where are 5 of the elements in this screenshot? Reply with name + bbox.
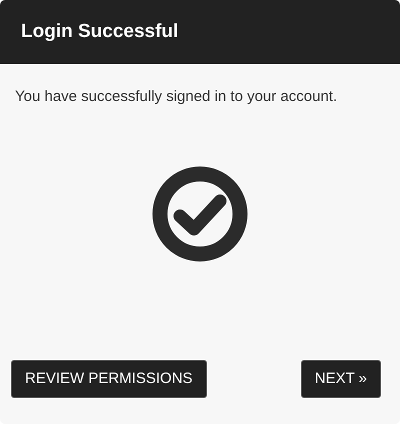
dialog-message: You have successfully signed in to your account. [14,87,338,107]
next-button[interactable]: NEXT » [300,360,381,398]
review-permissions-button[interactable]: REVIEW PERMISSIONS [11,360,207,398]
dialog-title: Login Successful [21,20,178,44]
check-circle-icon [152,166,248,262]
